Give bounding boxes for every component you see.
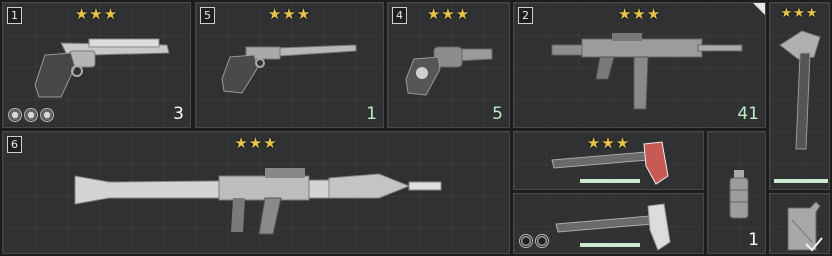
token-icon xyxy=(535,234,549,248)
slot-fuel-can[interactable] xyxy=(769,193,830,254)
snub-revolver-icon xyxy=(405,46,493,96)
attachment-tokens xyxy=(519,234,549,248)
magnum-revolver-icon xyxy=(34,38,170,98)
ammo-count: 3 xyxy=(173,104,184,124)
token-icon xyxy=(519,234,533,248)
rocket-launcher-icon xyxy=(74,168,442,235)
slot-red-axe[interactable]: ★★★ xyxy=(513,131,704,190)
grenade-icon xyxy=(729,170,749,219)
ammo-count: 5 xyxy=(492,104,503,124)
slot-revolver[interactable]: 1 ★★★ 3 xyxy=(2,2,191,128)
rarity-stars: ★★★ xyxy=(426,5,471,23)
slot-axe[interactable] xyxy=(513,193,704,254)
ammo-count: 41 xyxy=(737,104,759,124)
rarity-stars: ★★★ xyxy=(267,5,312,23)
ammo-count: 1 xyxy=(366,104,377,124)
assault-rifle-icon xyxy=(551,33,743,110)
slot-long-pistol[interactable]: 5 ★★★ 1 xyxy=(195,2,384,128)
durability-bar xyxy=(580,179,640,183)
rarity-stars: ★★★ xyxy=(234,134,278,152)
slot-snub-revolver[interactable]: 4 ★★★ 5 xyxy=(387,2,510,128)
item-count: 1 xyxy=(748,230,759,250)
slot-rocket-launcher[interactable]: 6 ★★★ xyxy=(2,131,510,254)
durability-bar xyxy=(774,179,828,183)
token-icon xyxy=(24,108,38,122)
token-icon xyxy=(40,108,54,122)
slot-assault-rifle[interactable]: 2 ★★★ 41 xyxy=(513,2,766,128)
long-barrel-pistol-icon xyxy=(221,44,357,94)
slot-tomahawk[interactable]: ★★★ xyxy=(769,2,830,190)
slot-grenade[interactable]: 1 xyxy=(707,131,766,254)
token-icon xyxy=(8,108,22,122)
fuel-can-icon xyxy=(787,201,823,252)
tomahawk-icon xyxy=(779,30,821,150)
rarity-stars: ★★★ xyxy=(780,6,819,21)
durability-bar xyxy=(580,243,640,247)
rarity-stars: ★★★ xyxy=(617,5,662,23)
rarity-stars: ★★★ xyxy=(74,5,119,23)
attachment-tokens xyxy=(8,108,54,122)
